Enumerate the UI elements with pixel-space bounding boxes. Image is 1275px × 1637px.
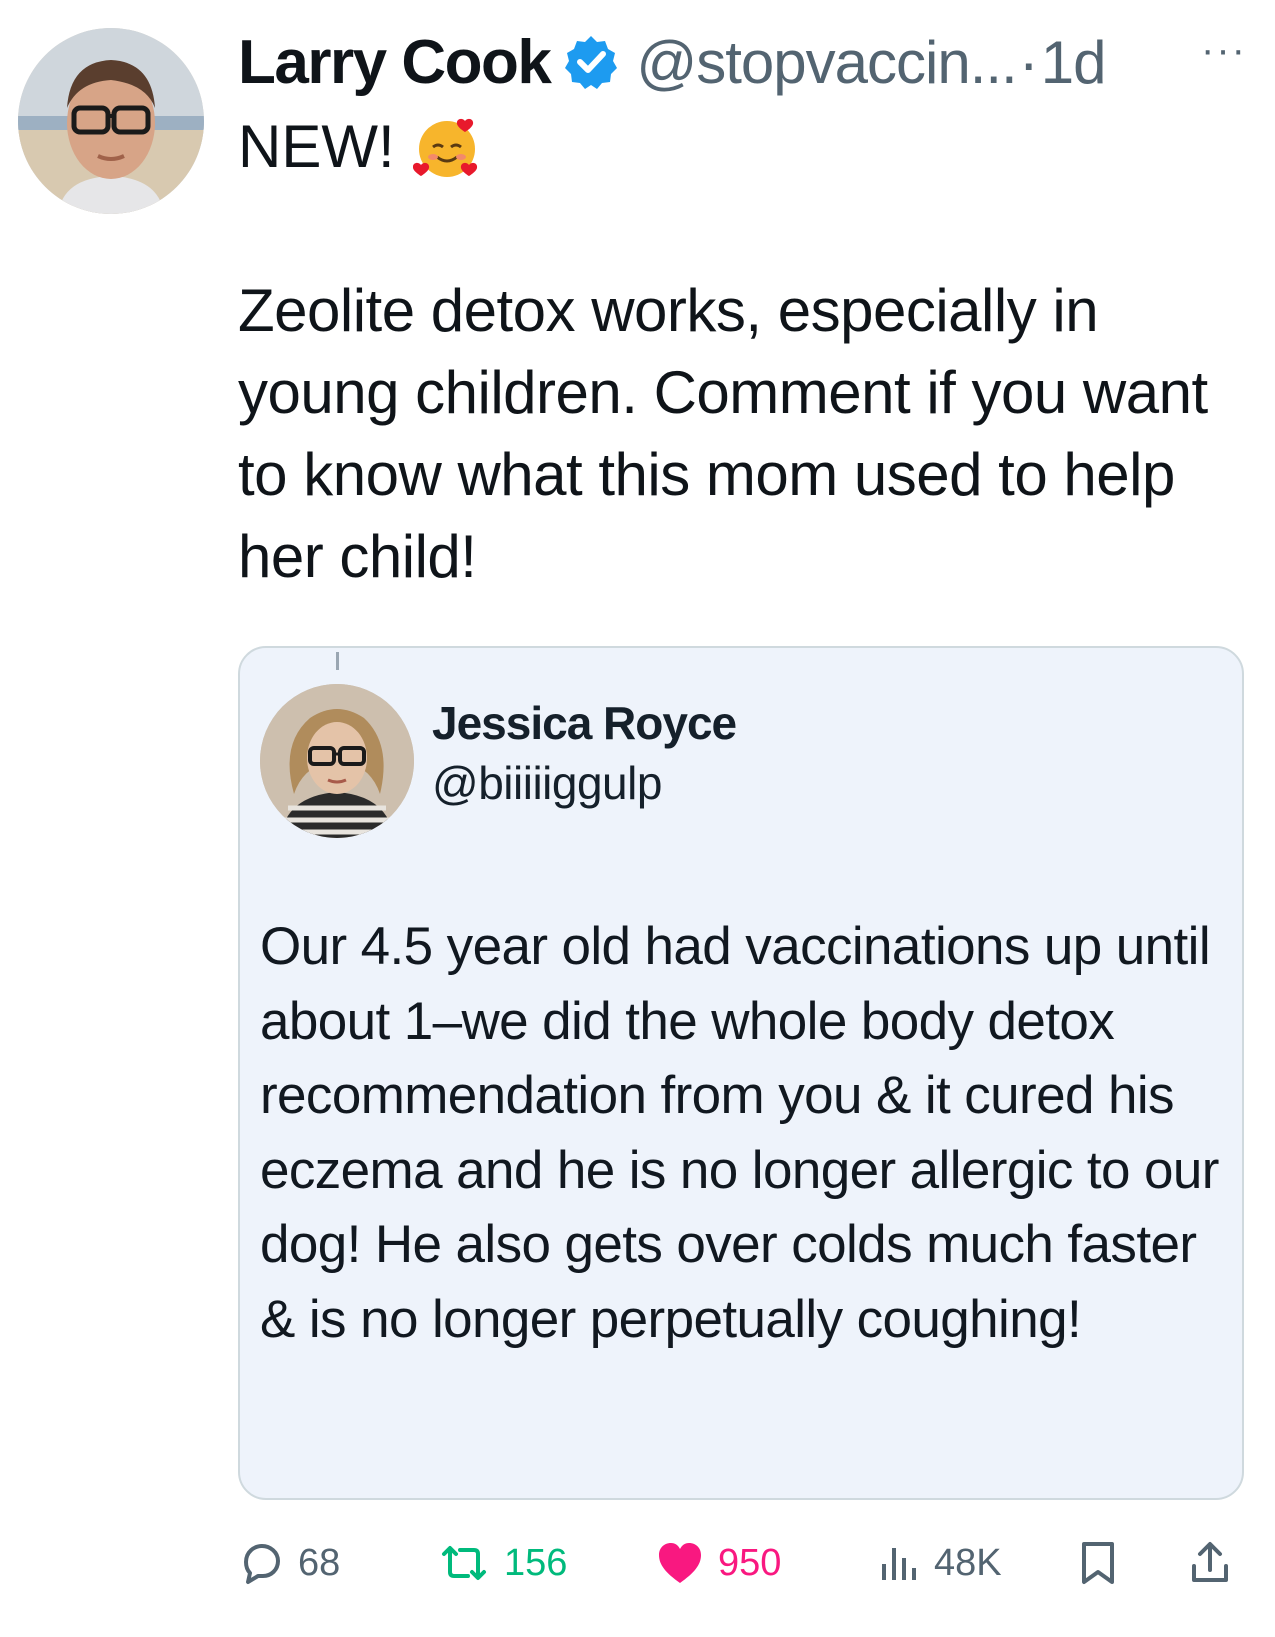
bookmark-icon [1082,1542,1114,1584]
verified-badge-icon [562,33,620,91]
heart-icon [659,1543,701,1583]
quoted-tweet-card[interactable]: Jessica Royce @biiiiiggulp Our 4.5 year … [238,646,1244,1500]
bookmark-button[interactable] [1078,1528,1118,1598]
smiling-face-with-hearts-emoji [412,113,481,181]
views-button[interactable]: 48K [878,1528,1002,1598]
views-icon [882,1548,916,1580]
tweet-body: Zeolite detox works, especially in young… [238,277,1208,590]
like-count: 950 [718,1541,782,1584]
tweet-header: Larry Cook @stopvaccin... · 1d [238,22,1258,102]
retweet-count: 156 [504,1541,568,1584]
header-separator: · [1018,28,1039,96]
quote-thread-line [336,652,339,670]
quoted-author-avatar[interactable] [260,684,414,838]
like-button[interactable]: 950 [656,1528,781,1598]
author-handle[interactable]: @stopvaccin... [636,28,1017,97]
retweet-icon [442,1546,486,1580]
reply-icon [244,1544,280,1584]
author-name[interactable]: Larry Cook [238,27,552,98]
quoted-author-name[interactable]: Jessica Royce [432,696,737,750]
views-count: 48K [934,1541,1002,1584]
reply-button[interactable]: 68 [238,1528,340,1598]
more-options-icon[interactable]: ··· [1201,28,1247,73]
tweet-action-bar: 68 156 950 48K [238,1528,1248,1598]
share-icon [1192,1542,1228,1582]
retweet-button[interactable]: 156 [438,1528,567,1598]
tweet-headline-row: NEW! [238,112,481,181]
tweet-headline: NEW! [238,113,395,180]
quoted-tweet-text: Our 4.5 year old had vaccinations up unt… [260,917,1219,1349]
share-button[interactable] [1188,1528,1232,1598]
tweet-time[interactable]: 1d [1041,28,1107,97]
author-avatar[interactable] [18,28,204,214]
reply-count: 68 [298,1541,341,1584]
quoted-author-handle[interactable]: @biiiiiggulp [432,756,662,810]
